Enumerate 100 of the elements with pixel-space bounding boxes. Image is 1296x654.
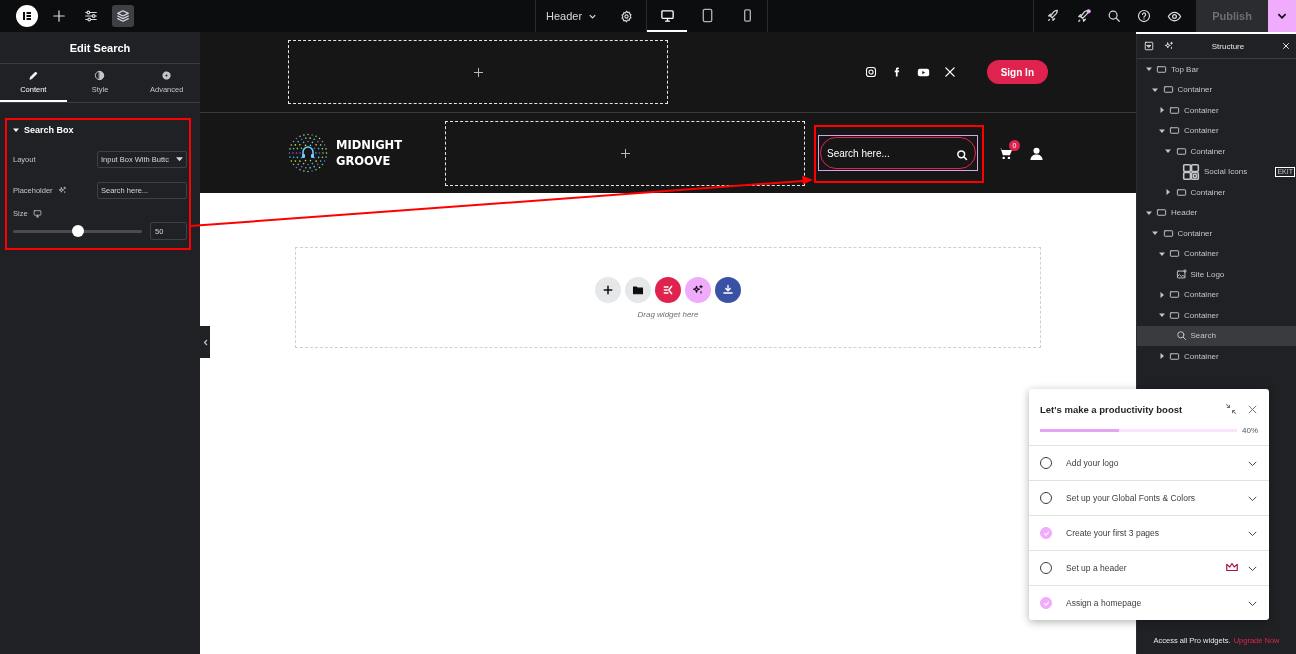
tree-item[interactable]: Container xyxy=(1137,120,1296,141)
instagram-icon[interactable] xyxy=(864,66,877,78)
gear-icon xyxy=(161,70,173,81)
caret-icon[interactable] xyxy=(1158,353,1165,360)
tree-item[interactable]: Container xyxy=(1137,79,1296,100)
container-icon xyxy=(1162,227,1174,239)
add-icon xyxy=(52,9,66,23)
checklist-item[interactable]: Assign a homepage xyxy=(1029,585,1269,620)
caret-icon[interactable] xyxy=(1158,312,1165,319)
plus-icon[interactable] xyxy=(619,147,631,159)
pencil-icon xyxy=(27,70,39,81)
caret-icon[interactable] xyxy=(1145,66,1152,73)
sign-in-button[interactable]: Sign In xyxy=(986,60,1048,84)
empty-container[interactable] xyxy=(445,120,805,186)
sliders-icon xyxy=(84,9,98,23)
caret-icon[interactable] xyxy=(1158,127,1165,134)
tree-item[interactable]: Container xyxy=(1137,346,1296,367)
social-icons-icon xyxy=(1182,162,1200,181)
collapse-handle[interactable] xyxy=(200,326,210,358)
caret-icon[interactable] xyxy=(1158,291,1165,298)
cart-icon[interactable] xyxy=(998,146,1012,160)
tree-label: Header xyxy=(1171,208,1198,218)
checklist-title: Let's make a productivity boost xyxy=(1040,403,1184,415)
import-button[interactable] xyxy=(715,276,741,303)
tree-label: Container xyxy=(1184,290,1219,300)
tree-label: Top Bar xyxy=(1171,64,1199,74)
tree-item[interactable]: Container xyxy=(1137,141,1296,162)
container-icon xyxy=(1169,309,1180,321)
kit-button[interactable] xyxy=(655,276,681,303)
site-name: MIDNIGHT GROOVE xyxy=(336,136,403,170)
tree-item[interactable]: Search xyxy=(1137,325,1296,346)
checklist-item[interactable]: Set up your Global Fonts & Colors xyxy=(1029,480,1269,515)
tree-label: Site Logo xyxy=(1190,269,1225,279)
user-icon[interactable] xyxy=(1030,146,1043,160)
search-field[interactable]: Search here... xyxy=(820,137,976,169)
tree-item[interactable]: Header xyxy=(1137,202,1296,223)
desktop-icon[interactable] xyxy=(32,209,42,218)
kit-icon xyxy=(662,283,674,296)
template-button[interactable] xyxy=(625,276,651,303)
tree-item[interactable]: Top Bar xyxy=(1137,59,1296,80)
app-logo[interactable] xyxy=(16,5,38,27)
caret-icon[interactable] xyxy=(1145,209,1152,216)
caret-icon[interactable] xyxy=(1152,86,1158,93)
close-icon[interactable] xyxy=(1282,42,1290,50)
caret-icon xyxy=(176,157,183,162)
caret-icon[interactable] xyxy=(1158,107,1165,114)
caret-icon[interactable] xyxy=(1165,189,1171,196)
add-section-button[interactable] xyxy=(595,276,621,303)
plus-icon[interactable] xyxy=(472,66,484,78)
tree-label: Container xyxy=(1184,126,1219,136)
sparkle-icon[interactable] xyxy=(57,186,67,195)
tree-label: Container xyxy=(1184,249,1219,259)
minimize-icon[interactable] xyxy=(1225,403,1237,415)
layers-icon xyxy=(116,9,130,23)
container-icon xyxy=(1169,350,1180,362)
x-logo-icon[interactable] xyxy=(943,66,956,78)
slider-thumb[interactable] xyxy=(71,224,84,237)
tree-item[interactable]: Container xyxy=(1137,284,1296,305)
tree-label: Container xyxy=(1184,351,1219,361)
rocket-icon[interactable] xyxy=(1046,9,1060,23)
structure-title: Structure xyxy=(1210,41,1246,51)
tree-item[interactable]: Container xyxy=(1137,305,1296,326)
empty-container[interactable] xyxy=(288,40,668,104)
publish-options-button[interactable] xyxy=(1268,0,1296,32)
checklist-item[interactable]: Create your first 3 pages xyxy=(1029,515,1269,550)
checklist-item[interactable]: Add your logo xyxy=(1029,446,1269,480)
drop-zone[interactable]: Drag widget here xyxy=(295,247,1041,348)
caret-icon[interactable] xyxy=(1165,148,1171,155)
download-icon xyxy=(722,283,734,296)
tree-item[interactable]: Container xyxy=(1137,100,1296,121)
search-icon[interactable] xyxy=(1107,9,1121,23)
checklist-item[interactable]: Set up a header xyxy=(1029,550,1269,585)
tree-item[interactable]: Container xyxy=(1137,182,1296,203)
container-icon xyxy=(1162,84,1174,96)
caret-icon[interactable] xyxy=(1158,250,1165,257)
progress-percent: 40% xyxy=(1242,426,1258,435)
caret-icon[interactable] xyxy=(13,127,19,133)
contrast-icon xyxy=(94,70,106,81)
settings-icon[interactable] xyxy=(620,9,634,23)
section-title[interactable]: Search Box xyxy=(24,125,74,135)
toolbar-button[interactable] xyxy=(112,5,134,27)
folder-icon xyxy=(632,283,644,296)
tree-label: Container xyxy=(1177,228,1213,238)
tree-label: Social Icons xyxy=(1204,167,1248,177)
search-icon[interactable] xyxy=(956,149,968,161)
sparkle-icon[interactable] xyxy=(1164,41,1174,51)
search-icon xyxy=(1175,330,1187,342)
caret-icon[interactable] xyxy=(1152,230,1158,237)
tree-item[interactable]: Container xyxy=(1137,223,1296,244)
tree-label: Container xyxy=(1177,85,1213,95)
tree-item[interactable]: Container xyxy=(1137,243,1296,264)
tree-label: Search xyxy=(1190,331,1216,341)
tree-label: Container xyxy=(1184,105,1219,115)
container-icon xyxy=(1169,125,1180,137)
ai-button[interactable] xyxy=(685,276,711,303)
collapse-icon[interactable] xyxy=(1144,41,1154,51)
rocket-icon[interactable] xyxy=(1076,8,1091,24)
plus-icon xyxy=(602,283,614,296)
help-icon[interactable] xyxy=(1137,9,1151,23)
tree-item[interactable]: Site Logo xyxy=(1137,264,1296,285)
